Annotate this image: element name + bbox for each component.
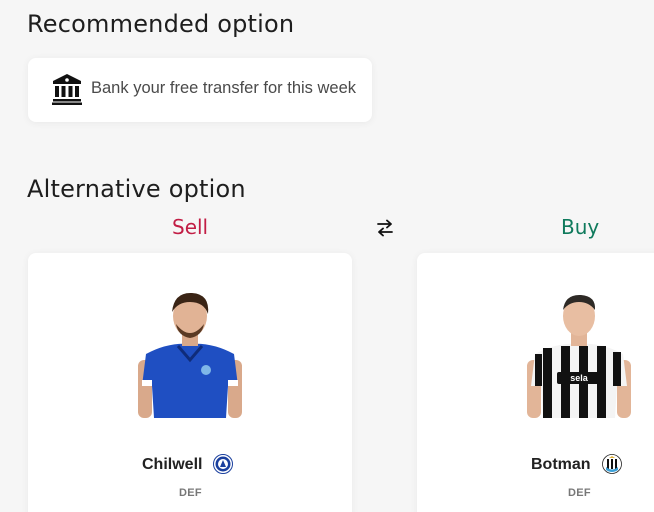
player-photo: sela xyxy=(527,294,631,418)
sell-player-card[interactable]: Chilwell DEF xyxy=(28,253,352,512)
recommended-option-card[interactable]: Bank your free transfer for this week xyxy=(28,58,372,122)
recommended-option-text: Bank your free transfer for this week xyxy=(91,79,357,97)
buy-label: Buy xyxy=(561,215,600,239)
sell-player-name: Chilwell xyxy=(142,456,203,473)
svg-text:sela: sela xyxy=(570,373,589,383)
newcastle-badge-icon xyxy=(602,454,622,474)
recommended-option-heading: Recommended option xyxy=(27,10,295,38)
player-photo xyxy=(138,292,242,418)
sell-label: Sell xyxy=(172,215,209,239)
alternative-option-heading: Alternative option xyxy=(27,175,246,203)
bank-icon xyxy=(52,74,82,105)
buy-player-name: Botman xyxy=(531,456,591,473)
swap-arrows-icon xyxy=(377,219,393,237)
transfer-recommendation-page: Recommended option Bank your free transf… xyxy=(0,0,654,512)
chelsea-badge-icon xyxy=(213,454,233,474)
buy-player-position: DEF xyxy=(568,487,591,499)
sell-player-position: DEF xyxy=(179,487,202,499)
buy-player-card[interactable]: sela Botman DEF xyxy=(417,253,654,512)
